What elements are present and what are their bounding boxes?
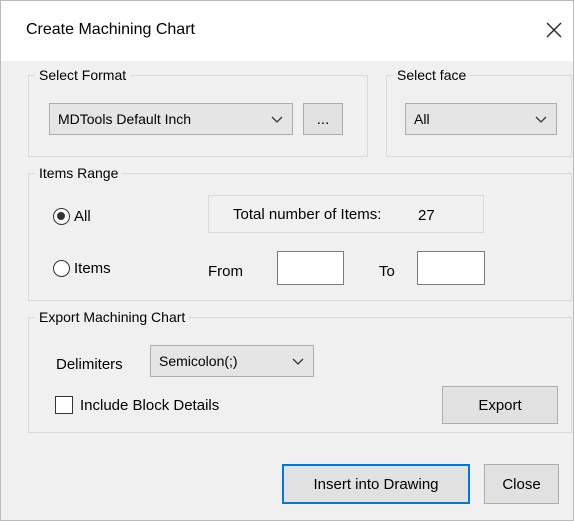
include-block-details-checkbox[interactable] bbox=[55, 396, 73, 414]
chevron-down-icon bbox=[271, 116, 283, 123]
delimiters-select-value: Semicolon(;) bbox=[159, 353, 238, 369]
delimiters-select[interactable]: Semicolon(;) bbox=[150, 345, 314, 377]
select-format-legend: Select Format bbox=[39, 67, 127, 83]
export-legend: Export Machining Chart bbox=[39, 309, 186, 325]
to-input[interactable] bbox=[417, 251, 485, 285]
insert-into-drawing-button[interactable]: Insert into Drawing bbox=[282, 464, 470, 504]
close-icon[interactable] bbox=[539, 15, 569, 45]
chevron-down-icon bbox=[535, 116, 547, 123]
total-items-label: Total number of Items: bbox=[233, 206, 382, 223]
title-bar: Create Machining Chart bbox=[1, 1, 573, 61]
face-select[interactable]: All bbox=[405, 103, 557, 135]
format-select[interactable]: MDTools Default Inch bbox=[49, 103, 293, 135]
close-button[interactable]: Close bbox=[484, 464, 559, 504]
dialog-title: Create Machining Chart bbox=[26, 21, 195, 38]
radio-items-label: Items bbox=[74, 260, 111, 277]
include-block-details-label: Include Block Details bbox=[80, 397, 220, 414]
to-label: To bbox=[379, 263, 395, 280]
total-items-value: 27 bbox=[418, 207, 435, 224]
select-face-legend: Select face bbox=[397, 67, 467, 83]
face-select-value: All bbox=[414, 111, 430, 127]
delimiters-label: Delimiters bbox=[56, 356, 123, 373]
from-label: From bbox=[208, 263, 243, 280]
radio-all-label: All bbox=[74, 208, 91, 225]
radio-items[interactable] bbox=[53, 260, 70, 277]
format-select-value: MDTools Default Inch bbox=[58, 111, 192, 127]
total-items-box: Total number of Items: 27 bbox=[208, 195, 484, 233]
chevron-down-icon bbox=[292, 358, 304, 365]
radio-all-dot bbox=[57, 212, 65, 220]
export-button[interactable]: Export bbox=[442, 386, 558, 424]
items-range-legend: Items Range bbox=[39, 165, 119, 181]
radio-all[interactable] bbox=[53, 208, 70, 225]
create-machining-chart-dialog: Create Machining Chart Select Format MDT… bbox=[0, 0, 574, 521]
from-input[interactable] bbox=[277, 251, 344, 285]
browse-format-button[interactable]: ... bbox=[303, 103, 343, 135]
